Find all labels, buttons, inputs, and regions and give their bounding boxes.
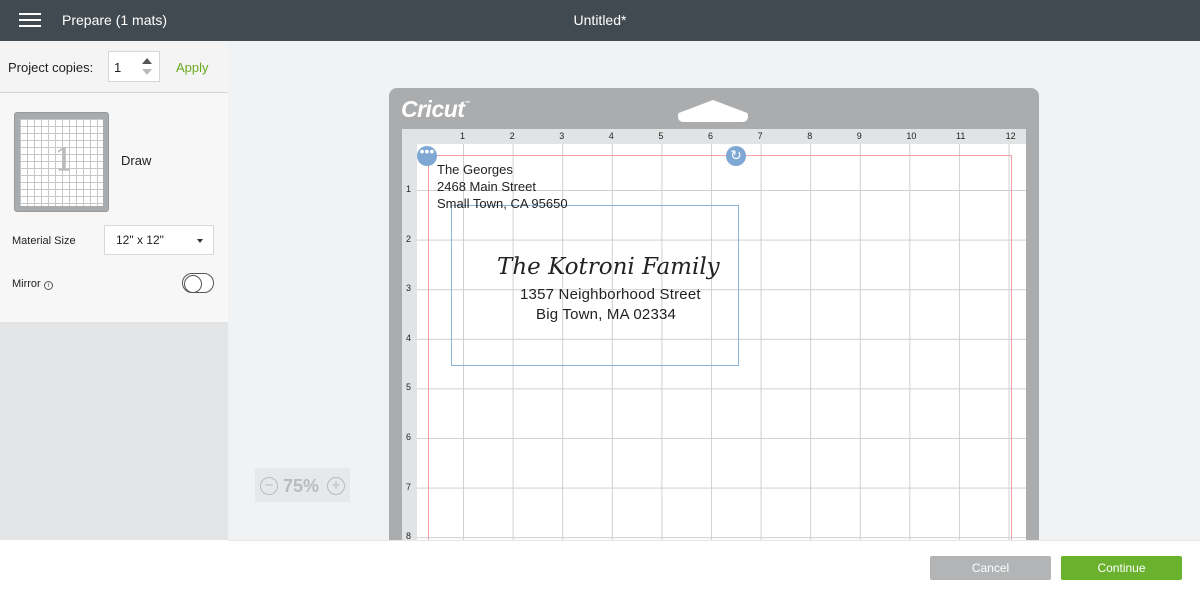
ruler-tick-label: 1 [406,184,412,194]
mirror-label-text: Mirror [12,278,41,290]
ruler-tick-label: 6 [708,131,714,141]
return-address-line[interactable]: The Georges [437,162,513,178]
decrement-arrow-icon[interactable] [142,69,152,75]
ruler-tick-label: 7 [406,481,412,492]
sidebar-footer [0,540,228,592]
document-title: Untitled* [573,12,627,28]
more-options-icon[interactable]: ••• [417,144,437,166]
ruler-tick-label: 7 [757,131,763,141]
zoom-control: − 75% + [255,468,350,502]
material-size-select[interactable]: 12" x 12" [104,225,214,255]
info-icon[interactable]: i [43,281,53,290]
chevron-down-icon [197,239,203,243]
ruler-tick-label: 6 [406,432,412,442]
cutting-mat: Cricut™ 0123456789101112 12345678 [389,88,1039,548]
increment-arrow-icon[interactable] [142,58,152,64]
mat-thumbnail[interactable]: 1 [14,112,109,212]
footer-bar: Cancel Continue [228,540,1200,592]
ruler-tick-label: 4 [608,131,614,141]
zoom-level: 75% [283,476,320,496]
cancel-button[interactable]: Cancel [930,556,1051,580]
ruler-tick-label: 2 [509,131,515,141]
project-copies-value: 1 [114,60,122,75]
zoom-in-icon[interactable]: + [327,477,345,495]
mat-notch [678,100,748,122]
mat-operation-label: Draw [121,153,152,168]
continue-button[interactable]: Continue [1061,556,1182,580]
ruler-top: 0123456789101112 [402,129,1026,144]
mirror-label: Mirror i [12,278,53,290]
zoom-out-icon[interactable]: − [260,477,278,495]
project-copies-label: Project copies: [8,60,94,75]
project-copies-bar: Project copies: 1 Apply [0,41,228,93]
ruler-tick-label: 9 [856,131,862,141]
trademark-mark: ™ [464,101,470,107]
ruler-tick-label: 10 [906,131,917,141]
cricut-logo: Cricut™ [401,96,470,123]
recipient-name[interactable]: The Kotroni Family [497,254,720,280]
cricut-logo-text: Cricut [401,96,465,122]
ruler-tick-label: 5 [658,131,664,141]
top-bar: Prepare (1 mats) Untitled* [0,0,1200,41]
ruler-tick-label: 2 [406,233,412,244]
ruler-tick-label: 3 [559,131,565,141]
sidebar: Project copies: 1 Apply 1 Draw Material … [0,41,228,592]
material-size-label: Material Size [12,235,76,247]
mirror-toggle[interactable] [182,273,214,293]
ruler-tick-label: 3 [406,283,412,294]
material-size-value: 12" x 12" [116,233,164,247]
apply-button[interactable]: Apply [176,60,209,75]
ruler-tick-label: 11 [956,131,966,141]
mat-number: 1 [54,141,75,179]
recipient-address-line[interactable]: 1357 Neighborhood Street [520,286,701,303]
ruler-tick-label: 1 [460,131,466,141]
ruler-tick-label: 12 [1005,131,1016,141]
ruler-tick-label: 8 [807,131,813,141]
return-address-line[interactable]: Small Town, CA 95650 [437,196,568,212]
ruler-left: 12345678 [402,129,417,548]
ruler-tick-label: 5 [406,382,412,393]
project-copies-input[interactable]: 1 [108,51,160,82]
rotate-icon[interactable]: ↻ [726,146,746,166]
return-address-line[interactable]: 2468 Main Street [437,179,536,195]
mat-thumbnail-grid: 1 [20,119,103,206]
ruler-tick-label: 4 [406,332,412,343]
recipient-address-line[interactable]: Big Town, MA 02334 [536,306,676,323]
